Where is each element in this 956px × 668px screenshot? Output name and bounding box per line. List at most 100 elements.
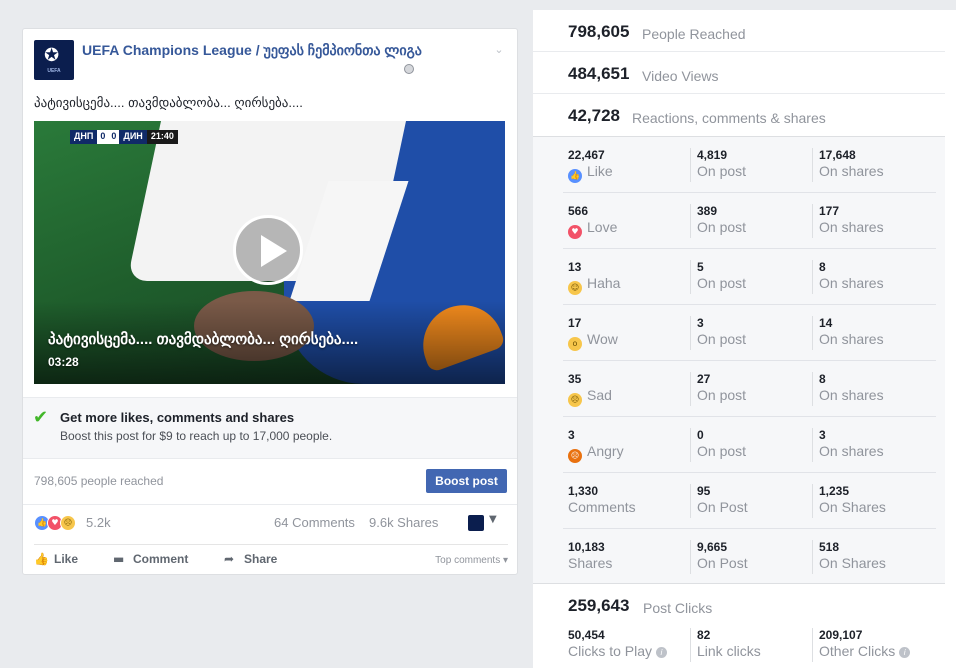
scoreboard: ДНП 0 0 ДИН 21:40 xyxy=(70,130,178,144)
reactions-total-stat: 42,728 Reactions, comments & shares xyxy=(533,94,945,136)
haha-total: 13 xyxy=(568,260,582,274)
on-shares-label: On Shares xyxy=(819,499,886,515)
breakdown-on-shares: 8 On shares xyxy=(812,260,934,294)
on-post-label: On post xyxy=(697,387,747,403)
info-icon[interactable]: i xyxy=(899,647,911,658)
chevron-down-icon[interactable]: ⌄ xyxy=(492,43,506,57)
on-shares-label: On Shares xyxy=(819,555,886,571)
comments-count[interactable]: 64 Comments xyxy=(274,515,355,530)
play-button[interactable] xyxy=(233,215,303,285)
breakdown-name: ♥ Love xyxy=(568,219,688,239)
globe-icon[interactable] xyxy=(404,64,414,74)
love-name: Love xyxy=(587,219,618,235)
boost-post-button[interactable]: Boost post xyxy=(426,469,507,493)
on-shares-label: On shares xyxy=(819,275,884,291)
logo-text: UEFA xyxy=(47,68,61,74)
wow-on-post: 3 xyxy=(697,316,704,330)
other-clicks-value: 209,107 xyxy=(819,628,863,642)
breakdown-total: 22,467 👍 Like xyxy=(568,148,688,183)
comment-order-dropdown[interactable]: Top comments ▾ xyxy=(435,555,508,566)
promo-title: Get more likes, comments and shares xyxy=(60,410,295,425)
link-clicks-value: 82 xyxy=(697,628,711,642)
reactions-count[interactable]: 5.2k xyxy=(86,515,111,530)
haha-on-shares: 8 xyxy=(819,260,826,274)
breakdown-on-post: 389 On post xyxy=(690,204,810,238)
sad-total: 35 xyxy=(568,372,582,386)
love-on-post: 389 xyxy=(697,204,718,218)
like-on-post: 4,819 xyxy=(697,148,728,162)
clicks-to-play-value: 50,454 xyxy=(568,628,605,642)
breakdown-on-post: 3 On post xyxy=(690,316,810,350)
shares-count[interactable]: 9.6k Shares xyxy=(369,515,438,530)
share-button[interactable]: ➦ Share xyxy=(224,552,277,566)
wow-icon: o xyxy=(568,337,582,351)
sad-reaction-icon: ☹ xyxy=(60,515,76,531)
shares-name: Shares xyxy=(568,555,613,571)
like-name: Like xyxy=(587,163,613,179)
breakdown-on-shares: 518 On Shares xyxy=(812,540,934,574)
comments-on-shares: 1,235 xyxy=(819,484,850,498)
page-name-link[interactable]: UEFA Champions League / უეფას ჩემპიონთა … xyxy=(82,42,422,59)
post-header: ✪ UEFA UEFA Champions League / უეფას ჩემ… xyxy=(34,40,506,82)
match-clock: 21:40 xyxy=(146,130,178,144)
breakdown-on-post: 9,665 On Post xyxy=(690,540,810,574)
like-button[interactable]: 👍 Like xyxy=(34,552,78,566)
people-reached-label: People Reached xyxy=(642,26,746,42)
video-player[interactable]: ДНП 0 0 ДИН 21:40 პატივისცემა.... თავმდა… xyxy=(34,121,505,384)
home-team: ДНП xyxy=(70,130,98,144)
video-views-stat: 484,651 Video Views xyxy=(533,52,945,94)
sad-on-shares: 8 xyxy=(819,372,826,386)
comment-button[interactable]: ▬ Comment xyxy=(113,552,188,566)
video-duration: 03:28 xyxy=(48,355,79,369)
breakdown-row-angry: 3 ☹ Angry 0 On post 3 On shares xyxy=(563,417,936,473)
like-label: Like xyxy=(54,552,79,566)
checkmark-icon: ✔ xyxy=(33,407,49,428)
post-clicks-section: 259,643 Post Clicks 50,454 Clicks to Play… xyxy=(533,588,945,668)
breakdown-on-shares: 8 On shares xyxy=(812,372,934,406)
video-caption: პატივისცემა.... თავმდაბლობა... ღირსება..… xyxy=(48,331,359,348)
insights-panel: 798,605 People Reached 484,651 Video Vie… xyxy=(533,10,956,668)
people-reached-text[interactable]: 798,605 people reached xyxy=(34,474,163,488)
breakdown-total: 13 ☺ Haha xyxy=(568,260,688,295)
post-card: ✪ UEFA UEFA Champions League / უეფას ჩემ… xyxy=(22,28,518,575)
breakdown-on-post: 0 On post xyxy=(690,428,810,462)
on-post-label: On Post xyxy=(697,499,748,515)
haha-icon: ☺ xyxy=(568,281,582,295)
comments-total: 1,330 xyxy=(568,484,599,498)
reactions-total-value: 42,728 xyxy=(568,106,620,125)
post-clicks-grid: 50,454 Clicks to Play i 82 Link clicks 209,… xyxy=(563,628,936,666)
clicks-to-play-label-wrap: Clicks to Play i xyxy=(568,643,688,660)
other-clicks-label: Other Clicks xyxy=(819,643,896,659)
reactions-summary: 👍 ♥ ☹ 5.2k 64 Comments 9.6k Shares ▼ xyxy=(34,509,508,545)
people-reached-stat: 798,605 People Reached xyxy=(533,10,945,52)
people-reached-value: 798,605 xyxy=(568,22,630,41)
reactions-total-label: Reactions, comments & shares xyxy=(632,110,826,126)
away-score: 0 xyxy=(108,130,120,144)
thumbs-up-icon: 👍 xyxy=(34,552,49,566)
shares-on-post: 9,665 xyxy=(697,540,728,554)
breakdown-on-shares: 177 On shares xyxy=(812,204,934,238)
on-shares-label: On shares xyxy=(819,331,884,347)
on-post-label: On Post xyxy=(697,555,748,571)
page-avatar[interactable]: ✪ UEFA xyxy=(34,40,74,80)
info-icon[interactable]: i xyxy=(656,647,668,658)
angry-name: Angry xyxy=(587,443,624,459)
actor-avatar[interactable] xyxy=(468,515,484,531)
on-post-label: On post xyxy=(697,275,747,291)
on-post-label: On post xyxy=(697,219,747,235)
on-post-label: On post xyxy=(697,331,747,347)
breakdown-total: 566 ♥ Love xyxy=(568,204,688,239)
comments-name: Comments xyxy=(568,499,636,515)
breakdown-total: 10,183 Shares xyxy=(568,540,688,574)
reaction-icons[interactable]: 👍 ♥ ☹ xyxy=(34,515,76,531)
on-post-label: On post xyxy=(697,443,747,459)
caret-down-icon[interactable]: ▼ xyxy=(489,514,497,525)
breakdown-row-haha: 13 ☺ Haha 5 On post 8 On shares xyxy=(563,249,936,305)
home-score: 0 xyxy=(97,130,109,144)
post-text: პატივისცემა.... თავმდაბლობა... ღირსება..… xyxy=(34,95,303,110)
other-clicks-cell: 209,107 Other Clicks i xyxy=(812,628,934,662)
wow-name: Wow xyxy=(587,331,618,347)
breakdown-total: 35 ☹ Sad xyxy=(568,372,688,407)
breakdown-total: 3 ☹ Angry xyxy=(568,428,688,463)
breakdown-row-wow: 17 o Wow 3 On post 14 On shares xyxy=(563,305,936,361)
